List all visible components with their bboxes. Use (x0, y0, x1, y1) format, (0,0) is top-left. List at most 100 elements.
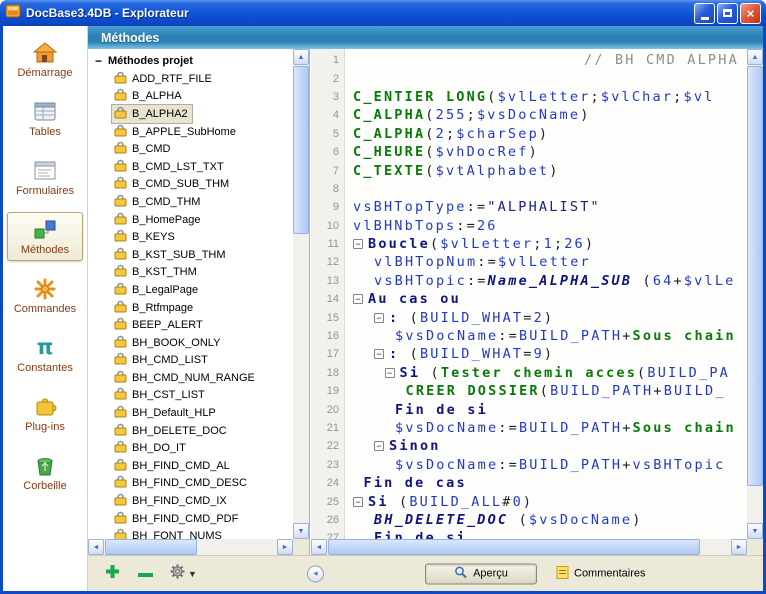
tree-item[interactable]: B_ALPHA (88, 88, 293, 106)
tree-hscroll-thumb[interactable] (105, 539, 197, 555)
fold-collapse-icon[interactable]: − (353, 497, 363, 507)
preview-toggle-button[interactable]: Aperçu (425, 563, 537, 584)
remove-method-button[interactable] (138, 565, 153, 583)
code-line[interactable]: 2 (311, 69, 747, 87)
options-menu-button[interactable]: ▼ (170, 564, 197, 584)
fold-collapse-icon[interactable]: − (385, 368, 395, 378)
tree-item[interactable]: B_CMD (88, 140, 293, 158)
code-line[interactable]: 10vlBHNbTops:=26 (311, 217, 747, 235)
maximize-button[interactable] (717, 3, 738, 24)
tree-item[interactable]: BH_FIND_CMD_AL (88, 457, 293, 475)
code-line[interactable]: 9vsBHTopType:="ALPHALIST" (311, 198, 747, 216)
tree-item[interactable]: BH_FIND_CMD_PDF (88, 510, 293, 528)
collapse-icon[interactable]: − (95, 54, 103, 68)
code-line[interactable]: 1// BH CMD ALPHA global procedure (311, 51, 747, 69)
sidebar-item-tables[interactable]: Tables (7, 94, 83, 143)
tree-item[interactable]: B_CMD_SUB_THM (88, 176, 293, 194)
code-line[interactable]: 18−Si (Tester chemin acces(BUILD_PA (311, 364, 747, 382)
tree-vertical-scrollbar[interactable]: ▲ ▼ (293, 49, 309, 539)
line-number: 25 (311, 496, 345, 508)
code-line[interactable]: 6C_HEURE($vhDocRef) (311, 143, 747, 161)
code-line[interactable]: 26BH_DELETE_DOC ($vsDocName) (311, 511, 747, 529)
tree-vscroll-thumb[interactable] (293, 66, 309, 234)
tree-item[interactable]: BH_CST_LIST (88, 387, 293, 405)
tree-item[interactable]: B_HomePage (88, 211, 293, 229)
scroll-right-button[interactable]: ► (277, 539, 293, 555)
code-area[interactable]: 1// BH CMD ALPHA global procedure23C_ENT… (311, 49, 747, 539)
editor-vertical-scrollbar[interactable]: ▲ ▼ (747, 49, 763, 539)
code-line[interactable]: 12vlBHTopNum:=$vlLetter (311, 253, 747, 271)
sidebar-item-formulaires[interactable]: Formulaires (7, 153, 83, 202)
tree-item[interactable]: BH_FONT_NUMS (88, 527, 293, 539)
editor-vscroll-thumb[interactable] (747, 66, 763, 486)
code-line[interactable]: 16$vsDocName:=BUILD_PATH+Sous chain (311, 327, 747, 345)
code-line[interactable]: 27Fin de si (311, 529, 747, 539)
tree-item[interactable]: B_KST_THM (88, 264, 293, 282)
code-line[interactable]: 21$vsDocName:=BUILD_PATH+Sous chain (311, 419, 747, 437)
code-line[interactable]: 7C_TEXTE($vtAlphabet) (311, 161, 747, 179)
tree-item[interactable]: BH_DELETE_DOC (88, 422, 293, 440)
tree-item[interactable]: B_APPLE_SubHome (88, 123, 293, 141)
tree-item[interactable]: BH_CMD_LIST (88, 352, 293, 370)
code-line[interactable]: 4C_ALPHA(255;$vsDocName) (311, 106, 747, 124)
fold-collapse-icon[interactable]: − (374, 349, 384, 359)
tree-item[interactable]: B_KEYS (88, 228, 293, 246)
sidebar-item-demarrage[interactable]: Démarrage (7, 35, 83, 84)
tree-item[interactable]: BH_FIND_CMD_DESC (88, 475, 293, 493)
tree-item[interactable]: BH_BOOK_ONLY (88, 334, 293, 352)
tree-item[interactable]: B_CMD_THM (88, 193, 293, 211)
scroll-down-button[interactable]: ▼ (293, 523, 309, 539)
tree-item[interactable]: B_CMD_LST_TXT (88, 158, 293, 176)
tree-item[interactable]: BH_CMD_NUM_RANGE (88, 369, 293, 387)
scroll-down-button[interactable]: ▼ (747, 523, 763, 539)
fold-collapse-icon[interactable]: − (353, 294, 363, 304)
plugins-icon (32, 393, 59, 420)
sidebar-item-methodes[interactable]: Méthodes (7, 212, 83, 261)
tree-item[interactable]: B_KST_SUB_THM (88, 246, 293, 264)
code-line[interactable]: 5C_ALPHA(2;$charSep) (311, 125, 747, 143)
fold-collapse-icon[interactable]: − (353, 239, 363, 249)
code-line[interactable]: 22−Sinon (311, 437, 747, 455)
scroll-left-button[interactable]: ◄ (88, 539, 104, 555)
code-line[interactable]: 19CREER DOSSIER(BUILD_PATH+BUILD_ (311, 382, 747, 400)
code-line[interactable]: 17−: (BUILD_WHAT=9) (311, 345, 747, 363)
scroll-up-button[interactable]: ▲ (747, 49, 763, 65)
sidebar-item-constantes[interactable]: πConstantes (7, 330, 83, 379)
tree-item[interactable]: BEEP_ALERT (88, 316, 293, 334)
back-button[interactable]: ◄ (307, 565, 324, 582)
tree-item[interactable]: BH_Default_HLP (88, 404, 293, 422)
tree-item[interactable]: ADD_RTF_FILE (88, 70, 293, 88)
code-line[interactable]: 20Fin de si (311, 400, 747, 418)
scroll-left-button[interactable]: ◄ (311, 539, 327, 555)
editor-horizontal-scrollbar[interactable]: ◄ ► (311, 539, 747, 555)
code-line[interactable]: 14−Au cas ou (311, 290, 747, 308)
code-line[interactable]: 15−: (BUILD_WHAT=2) (311, 308, 747, 326)
code-line[interactable]: 23$vsDocName:=BUILD_PATH+vsBHTopic (311, 456, 747, 474)
fold-collapse-icon[interactable]: − (374, 313, 384, 323)
sidebar-item-plugins[interactable]: Plug-ins (7, 389, 83, 438)
code-line[interactable]: 25−Si (BUILD_ALL#0) (311, 492, 747, 510)
tree-item[interactable]: BH_DO_IT (88, 439, 293, 457)
tree-horizontal-scrollbar[interactable]: ◄ ► (88, 539, 293, 555)
tree-item[interactable]: B_LegalPage (88, 281, 293, 299)
scroll-up-button[interactable]: ▲ (293, 49, 309, 65)
code-line[interactable]: 8 (311, 180, 747, 198)
add-method-button[interactable] (105, 564, 120, 584)
code-line[interactable]: 13vsBHTopic:=Name_ALPHA_SUB (64+$vlLe (311, 272, 747, 290)
tree-item[interactable]: BH_FIND_CMD_IX (88, 492, 293, 510)
code-line[interactable]: 11−Boucle($vlLetter;1;26) (311, 235, 747, 253)
code-line[interactable]: 3C_ENTIER LONG($vlLetter;$vlChar;$vl (311, 88, 747, 106)
tree-root[interactable]: −Méthodes projet (88, 52, 293, 70)
comments-button[interactable]: Commentaires (556, 565, 646, 582)
tree-item-label: BEEP_ALERT (132, 319, 203, 331)
code-line[interactable]: 24Fin de cas (311, 474, 747, 492)
scroll-right-button[interactable]: ► (731, 539, 747, 555)
editor-hscroll-thumb[interactable] (328, 539, 700, 555)
minimize-button[interactable] (694, 3, 715, 24)
tree-item[interactable]: B_Rtfmpage (88, 299, 293, 317)
tree-item[interactable]: B_ALPHA2 (88, 105, 293, 123)
fold-collapse-icon[interactable]: − (374, 441, 384, 451)
sidebar-item-commandes[interactable]: Commandes (7, 271, 83, 320)
sidebar-item-corbeille[interactable]: Corbeille (7, 448, 83, 497)
close-button[interactable]: × (740, 3, 761, 24)
